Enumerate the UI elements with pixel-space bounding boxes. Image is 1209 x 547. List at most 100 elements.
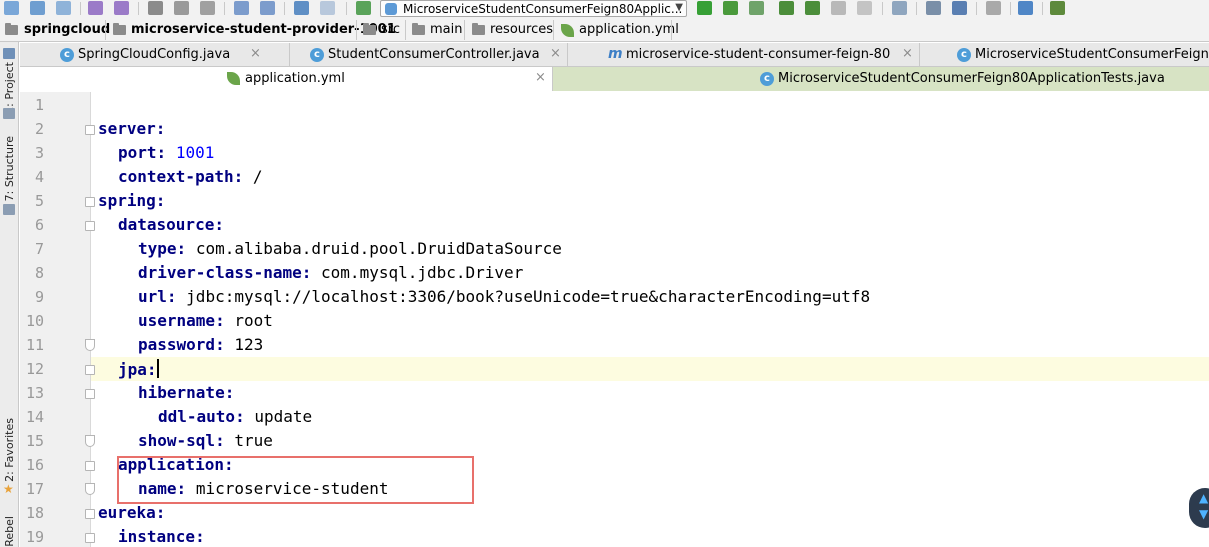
- code-line[interactable]: 15 show-sql: true: [20, 429, 1209, 453]
- arrow-down-icon[interactable]: ▼: [1199, 507, 1208, 521]
- code-line[interactable]: 7 type: com.alibaba.druid.pool.DruidDataS…: [20, 237, 1209, 261]
- code-line[interactable]: 2 server:: [20, 117, 1209, 141]
- line-number: 19: [25, 528, 44, 546]
- project-icon: [3, 48, 15, 59]
- folder-icon: [5, 23, 18, 35]
- redo-icon[interactable]: [114, 1, 129, 15]
- project-tool-button[interactable]: 1: Project: [3, 62, 16, 114]
- left-tool-strip: 1: Project 7: Structure 2: Favorites ★ R…: [0, 42, 19, 547]
- code-line[interactable]: 6 datasource:: [20, 213, 1209, 237]
- favorites-tool-button[interactable]: 2: Favorites: [3, 418, 16, 482]
- code-text: hibernate:: [138, 383, 234, 402]
- close-icon[interactable]: ×: [535, 70, 546, 85]
- code-line[interactable]: 5 spring:: [20, 189, 1209, 213]
- code-line[interactable]: 4 context-path: /: [20, 165, 1209, 189]
- stop-icon[interactable]: [857, 1, 872, 15]
- main-toolbar: MicroserviceStudentConsumerFeign80Applic…: [0, 0, 1209, 18]
- scroll-navigation-widget[interactable]: ▲ ▼: [1189, 488, 1209, 528]
- forward-icon[interactable]: [320, 1, 335, 15]
- line-number: 17: [25, 480, 44, 498]
- tab-feign80application[interactable]: c MicroserviceStudentConsumerFeign80Ap: [920, 43, 1209, 67]
- fold-end-marker[interactable]: [85, 339, 95, 351]
- code-line[interactable]: 10 username: root: [20, 309, 1209, 333]
- sdk-icon[interactable]: [986, 1, 1001, 15]
- code-text: driver-class-name: com.mysql.jdbc.Driver: [138, 263, 523, 282]
- class-icon: c: [957, 48, 971, 62]
- editor-tabs-row-2: application.yml × c MicroserviceStudentC…: [20, 67, 1209, 91]
- code-line[interactable]: 19 instance:: [20, 525, 1209, 547]
- undo-icon[interactable]: [88, 1, 103, 15]
- coverage-icon[interactable]: [749, 1, 764, 15]
- help-icon[interactable]: [1018, 1, 1033, 15]
- tab-application-yml[interactable]: application.yml ×: [20, 67, 553, 91]
- code-line[interactable]: 1: [20, 93, 1209, 117]
- update-icon[interactable]: [831, 1, 846, 15]
- code-line[interactable]: 18 eureka:: [20, 501, 1209, 525]
- fold-marker[interactable]: [85, 365, 95, 375]
- fold-marker[interactable]: [85, 461, 95, 471]
- settings-icon[interactable]: [926, 1, 941, 15]
- close-icon[interactable]: ×: [902, 46, 913, 61]
- jrebel-panel-icon[interactable]: [1050, 1, 1065, 15]
- code-text: instance:: [118, 527, 205, 546]
- yaml-key: server:: [98, 119, 166, 138]
- breadcrumb-item-resources[interactable]: resources: [490, 22, 553, 37]
- jrebel-run-icon[interactable]: [779, 1, 794, 15]
- back-icon[interactable]: [294, 1, 309, 15]
- breadcrumb-separator: [356, 20, 357, 40]
- toolbar-separator: [1010, 2, 1011, 15]
- code-line[interactable]: 8 driver-class-name: com.mysql.jdbc.Drive…: [20, 261, 1209, 285]
- line-number: 9: [34, 288, 44, 306]
- tab-studentconsumercontroller[interactable]: c StudentConsumerController.java ×: [290, 43, 568, 67]
- fold-end-marker[interactable]: [85, 435, 95, 447]
- debug-icon[interactable]: [723, 1, 738, 15]
- jrebel-debug-icon[interactable]: [805, 1, 820, 15]
- structure-tool-button[interactable]: 7: Structure: [3, 136, 16, 201]
- code-line[interactable]: 3 port: 1001: [20, 141, 1209, 165]
- fold-end-marker[interactable]: [85, 483, 95, 495]
- close-icon[interactable]: ×: [550, 46, 561, 61]
- code-line[interactable]: 14 ddl-auto: update: [20, 405, 1209, 429]
- paste-icon[interactable]: [200, 1, 215, 15]
- flush-icon[interactable]: [56, 1, 71, 15]
- project-structure-icon[interactable]: [952, 1, 967, 15]
- copy-icon[interactable]: [174, 1, 189, 15]
- sync-icon[interactable]: [30, 1, 45, 15]
- tab-application-tests[interactable]: c MicroserviceStudentConsumerFeign80Appl…: [553, 67, 1209, 91]
- arrow-up-icon[interactable]: ▲: [1199, 491, 1208, 505]
- tab-consumer-feign-pom[interactable]: m microservice-student-consumer-feign-80…: [568, 43, 920, 67]
- yaml-value: 1001: [175, 143, 215, 162]
- breadcrumb-item-src[interactable]: src: [381, 22, 400, 37]
- run-icon[interactable]: [697, 1, 712, 15]
- save-icon[interactable]: [4, 1, 19, 15]
- close-icon[interactable]: ×: [250, 46, 261, 61]
- run-configuration-select[interactable]: MicroserviceStudentConsumerFeign80Applic…: [380, 0, 687, 17]
- breadcrumb-separator: [405, 20, 406, 40]
- rebel-tool-button[interactable]: Rebel: [3, 516, 16, 547]
- cut-icon[interactable]: [148, 1, 163, 15]
- code-line[interactable]: 9 url: jdbc:mysql://localhost:3306/book?u…: [20, 285, 1209, 309]
- code-editor[interactable]: 1 2 server: 3 port: 1001 4 context-path: /5 spr…: [20, 92, 1209, 547]
- breadcrumb-item-main[interactable]: main: [430, 22, 462, 37]
- build-icon[interactable]: [356, 1, 371, 15]
- code-line[interactable]: 11 password: 123: [20, 333, 1209, 357]
- code-text: password: 123: [138, 335, 263, 354]
- replace-icon[interactable]: [260, 1, 275, 15]
- fold-marker[interactable]: [85, 389, 95, 399]
- breadcrumb-separator: [464, 20, 465, 40]
- yaml-key: type:: [138, 239, 187, 258]
- vcs-icon[interactable]: [892, 1, 907, 15]
- fold-marker[interactable]: [85, 125, 95, 135]
- code-text: show-sql: true: [138, 431, 273, 450]
- find-icon[interactable]: [234, 1, 249, 15]
- fold-marker[interactable]: [85, 221, 95, 231]
- fold-marker[interactable]: [85, 509, 95, 519]
- fold-marker[interactable]: [85, 197, 95, 207]
- fold-marker[interactable]: [85, 533, 95, 543]
- breadcrumb-item-springcloud[interactable]: springcloud: [24, 22, 110, 37]
- tab-springcloudconfig[interactable]: c SpringCloudConfig.java ×: [20, 43, 290, 67]
- breadcrumb-item-file[interactable]: application.yml: [579, 22, 679, 37]
- code-line[interactable]: 12 jpa:: [20, 357, 1209, 381]
- code-line[interactable]: 13 hibernate:: [20, 381, 1209, 405]
- code-text: datasource:: [118, 215, 224, 234]
